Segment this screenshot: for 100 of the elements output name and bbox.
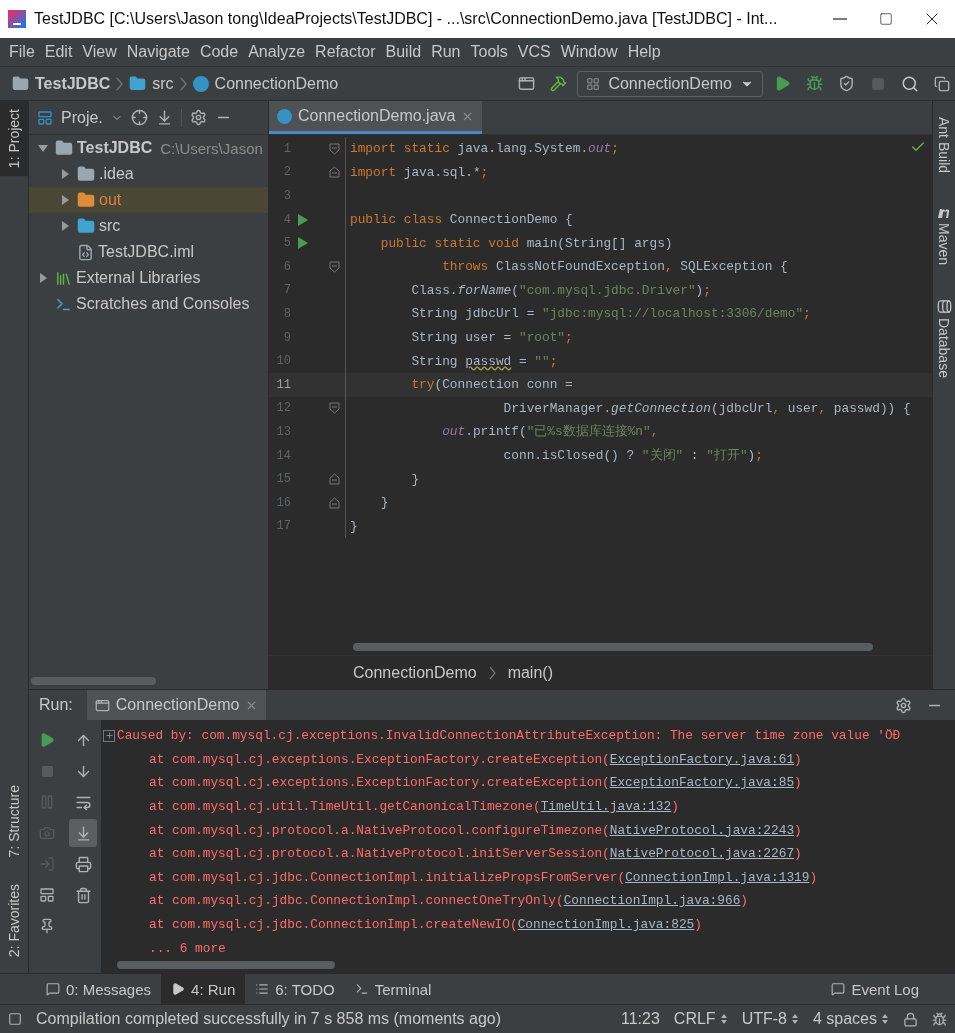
run-gutter-icon[interactable] — [297, 236, 309, 251]
horizontal-scrollbar[interactable] — [117, 961, 335, 969]
menu-item[interactable]: View — [77, 43, 122, 61]
up-down-arrows-icon[interactable] — [790, 1013, 799, 1025]
line-separator-selector[interactable]: CRLF — [673, 1010, 716, 1028]
tool-window-tab[interactable]: Ant Build — [933, 111, 955, 180]
tree-item-label: out — [99, 191, 122, 209]
collapsed-triangle-icon[interactable] — [59, 194, 71, 206]
encoding-selector[interactable]: UTF-8 — [741, 1010, 787, 1028]
menu-item[interactable]: Navigate — [121, 43, 195, 61]
line-number: 17 — [275, 519, 291, 534]
line-number: 3 — [282, 189, 291, 203]
tool-window-tab[interactable]: 1: Project — [0, 101, 28, 177]
folder-icon — [77, 191, 95, 209]
breadcrumb[interactable]: ConnectionDemo — [214, 74, 339, 93]
list-icon — [255, 982, 270, 996]
tool-window-tab[interactable]: Maven — [933, 201, 955, 272]
folder-icon — [55, 139, 73, 157]
tree-item-label: .idea — [99, 165, 134, 183]
menu-item[interactable]: Edit — [39, 43, 78, 61]
menu-item[interactable]: VCS — [512, 43, 556, 61]
collapsed-triangle-icon[interactable] — [59, 168, 71, 180]
pause-icon — [39, 794, 55, 810]
tool-window-tab[interactable]: Terminal — [344, 974, 442, 1004]
source-link[interactable]: NativeProtocol.java:2243 — [609, 822, 795, 838]
source-link[interactable]: TimeUtil.java:132 — [540, 799, 672, 815]
breadcrumb[interactable]: src — [152, 74, 174, 93]
folder-icon — [77, 165, 95, 183]
source-link[interactable]: NativeProtocol.java:2267 — [609, 846, 795, 862]
indent-selector[interactable]: 4 spaces — [812, 1010, 877, 1028]
tree-item-label: Scratches and Consoles — [76, 295, 250, 313]
menu-item[interactable]: Window — [555, 43, 623, 61]
fold-icon[interactable] — [329, 496, 340, 509]
fold-icon[interactable] — [329, 166, 340, 179]
tool-window-tab[interactable]: 0: Messages — [36, 974, 162, 1004]
editor-tab[interactable]: ConnectionDemo.java — [269, 101, 483, 134]
scroll-to-end-button[interactable] — [69, 819, 97, 847]
build-icon[interactable] — [549, 75, 567, 92]
run-tab[interactable]: ConnectionDemo — [86, 690, 267, 720]
breadcrumb[interactable]: ConnectionDemo — [353, 663, 477, 682]
console-line: at com.mysql.cj.exceptions.ExceptionFactory.createException(ExceptionFactory.java:85) — [149, 775, 802, 791]
menu-item[interactable]: Refactor — [310, 43, 381, 61]
frame-icon[interactable] — [517, 75, 535, 92]
event-log-tab[interactable]: Event Log — [821, 974, 929, 1004]
line-number: 14 — [275, 448, 291, 463]
source-link[interactable]: ConnectionImpl.java:1319 — [625, 869, 810, 885]
expanded-triangle-icon[interactable] — [37, 142, 49, 154]
source-link[interactable]: ConnectionImpl.java:825 — [517, 917, 695, 933]
code-line: out.printf("已%s数据库连接%n", — [441, 423, 659, 441]
horizontal-scrollbar[interactable] — [31, 677, 156, 685]
collapsed-triangle-icon[interactable] — [37, 272, 49, 284]
menu-item[interactable]: Tools — [465, 43, 513, 61]
menu-item[interactable]: Help — [622, 43, 666, 61]
expand-icon[interactable] — [103, 729, 115, 742]
tool-windows-icon[interactable] — [8, 1012, 22, 1026]
tree-row[interactable]: TestJDBC.iml — [29, 239, 268, 265]
menu-item[interactable]: Build — [380, 43, 427, 61]
code-line: public class ConnectionDemo { — [349, 212, 573, 228]
run-gutter-icon[interactable] — [297, 212, 309, 227]
tree-row[interactable]: src — [29, 213, 268, 239]
source-link[interactable]: ExceptionFactory.java:61 — [609, 751, 795, 767]
messages-icon — [46, 982, 60, 996]
tree-item-label: TestJDBC — [77, 139, 153, 157]
locate-icon[interactable] — [130, 109, 148, 126]
fold-icon[interactable] — [329, 473, 340, 486]
up-down-arrows-icon[interactable] — [719, 1013, 728, 1025]
tool-window-tab[interactable]: 4: Run — [161, 974, 246, 1004]
tool-window-tab[interactable]: 7: Structure — [0, 777, 28, 866]
breadcrumb[interactable]: main() — [507, 663, 553, 682]
up-down-arrows-icon[interactable] — [881, 1013, 889, 1025]
trash-icon — [74, 886, 92, 904]
tool-window-tab[interactable]: 6: TODO — [245, 974, 345, 1004]
menu-item[interactable]: File — [4, 43, 40, 61]
run-configuration-dropdown[interactable]: ConnectionDemo — [577, 70, 763, 97]
caret-position[interactable]: 11:23 — [621, 1010, 660, 1028]
fold-icon[interactable] — [329, 142, 340, 155]
breadcrumb[interactable]: TestJDBC — [35, 74, 111, 93]
source-link[interactable]: ExceptionFactory.java:85 — [609, 775, 795, 791]
fold-icon[interactable] — [329, 260, 340, 273]
search-icon[interactable] — [901, 74, 919, 93]
horizontal-scrollbar[interactable] — [353, 643, 873, 651]
debug-icon[interactable] — [805, 75, 823, 92]
settings-icon[interactable] — [189, 109, 207, 126]
menu-item[interactable]: Run — [426, 43, 466, 61]
tool-window-tab[interactable]: Database — [933, 293, 955, 384]
menu-item[interactable]: Analyze — [243, 43, 311, 61]
tool-window-tab[interactable]: 2: Favorites — [0, 875, 28, 965]
collapsed-triangle-icon[interactable] — [59, 220, 71, 232]
tree-row[interactable]: External Libraries — [29, 265, 268, 291]
folder-icon — [77, 217, 95, 235]
source-link[interactable]: ConnectionImpl.java:966 — [563, 893, 741, 909]
settings-icon[interactable] — [895, 696, 912, 714]
chevron-icon — [116, 76, 124, 91]
tree-row[interactable]: TestJDBC C:\Users\Jason — [29, 135, 268, 161]
tree-row[interactable]: Scratches and Consoles — [29, 291, 268, 317]
fold-icon[interactable] — [329, 402, 340, 415]
menu-item[interactable]: Code — [194, 43, 244, 61]
lock-icon[interactable] — [903, 1011, 918, 1027]
tree-row[interactable]: .idea — [29, 161, 268, 187]
project-view-selector[interactable]: Proje. — [61, 108, 103, 127]
